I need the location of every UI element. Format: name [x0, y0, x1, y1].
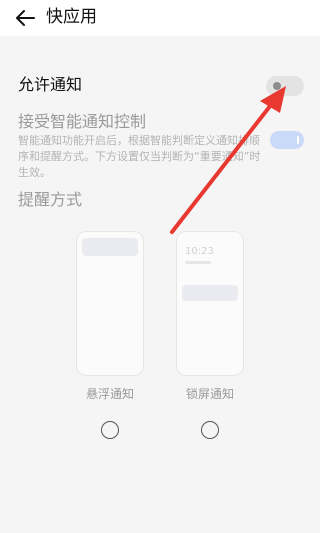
smart-control-title: 接受智能通知控制 [18, 112, 147, 131]
top-bar: 快应用 [0, 0, 320, 36]
lockscreen-banner-illustration [182, 285, 238, 301]
toggle-on-mark [297, 136, 299, 144]
floating-notification-label: 悬浮通知 [86, 387, 135, 401]
floating-banner-illustration [82, 238, 138, 256]
allow-notifications-toggle[interactable] [266, 76, 304, 96]
lockscreen-notification-radio[interactable] [201, 421, 219, 439]
smart-control-toggle[interactable] [270, 131, 304, 149]
allow-notifications-label: 允许通知 [18, 75, 83, 94]
lockscreen-notification-preview[interactable]: 10:23 [176, 231, 244, 376]
lockscreen-notification-label: 锁屏通知 [186, 387, 235, 401]
back-arrow-icon[interactable] [14, 7, 36, 29]
lockscreen-time: 10:23 [185, 246, 214, 257]
floating-notification-preview[interactable] [76, 231, 144, 376]
reminder-title: 提醒方式 [18, 190, 83, 209]
allow-notifications-row[interactable]: 允许通知 [0, 66, 320, 102]
toggle-knob [273, 82, 281, 90]
lockscreen-date-line [185, 261, 211, 264]
floating-notification-radio[interactable] [101, 421, 119, 439]
page-title: 快应用 [46, 7, 97, 27]
smart-control-description: 智能通知功能开启后，根据智能判断定义通知排顺序和提醒方式。下方设置仅当判断为“重… [18, 134, 261, 179]
